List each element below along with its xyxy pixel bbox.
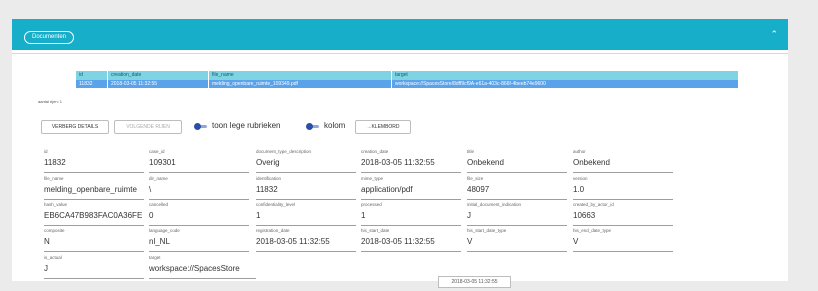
field-version[interactable]: version 1.0 <box>573 176 673 200</box>
section-header[interactable]: Documenten ⌃ <box>12 19 788 50</box>
field-creation-date[interactable]: creation_date 2018-03-05 11:32:55 <box>361 149 461 173</box>
documents-panel: Documenten ⌃ id creation_date file_name … <box>12 19 788 288</box>
table-cell-file-name[interactable]: melding_openbare_ruimte_109349.pdf <box>209 80 392 88</box>
column-header-target[interactable]: target <box>392 71 739 80</box>
field-language-code[interactable]: language_code nl_NL <box>149 228 249 252</box>
field-his-start-date-type[interactable]: his_start_date_type V <box>467 228 567 252</box>
field-document-type-description[interactable]: document_type_description Overig <box>256 149 356 173</box>
field-registration-date[interactable]: registration_date 2018-03-05 11:32:55 <box>256 228 356 252</box>
table-cell-id[interactable]: 11832 <box>76 80 108 88</box>
table-cell-target[interactable]: workspace://SpacesStore/8dff9cf9A-e61a-4… <box>392 80 739 88</box>
column-label: kolom <box>324 121 346 130</box>
field-file-name[interactable]: file_name melding_openbare_ruimte <box>44 176 144 200</box>
field-his-start-date[interactable]: his_start_date 2018-03-05 11:32:55 <box>361 228 461 252</box>
documents-chip[interactable]: Documenten <box>24 31 75 44</box>
field-confidentiality-level[interactable]: confidentiality_level 1 <box>256 202 356 226</box>
field-initial-document-indication[interactable]: initial_document_indication J <box>467 202 567 226</box>
clipboard-button[interactable]: →KLEMBORD <box>355 120 411 134</box>
column-toggle[interactable] <box>306 123 320 130</box>
table-cell-creation-date[interactable]: 2018-03-05 11:32:55 <box>108 80 209 88</box>
next-rows-button[interactable]: VOLGENDE RIJEN <box>114 120 182 134</box>
field-id[interactable]: id 11832 <box>44 149 144 173</box>
field-author[interactable]: author Onbekend <box>573 149 673 173</box>
field-is-actual[interactable]: is_actual J <box>44 255 144 279</box>
divider <box>12 53 788 54</box>
field-his-end-date-type[interactable]: his_end_date_type V <box>573 228 673 252</box>
hide-details-button[interactable]: VERBERG DETAILS <box>41 120 109 134</box>
field-processed[interactable]: processed 1 <box>361 202 461 226</box>
field-file-size[interactable]: file_size 48097 <box>467 176 567 200</box>
column-header-file-name[interactable]: file_name <box>209 71 392 80</box>
field-identification[interactable]: identification 11832 <box>256 176 356 200</box>
field-dir-name[interactable]: dir_name \ <box>149 176 249 200</box>
column-header-creation-date[interactable]: creation_date <box>108 71 209 80</box>
field-hash-value[interactable]: hash_value EB6CA47B983FAC0A36FE <box>44 202 144 226</box>
column-header-id[interactable]: id <box>76 71 108 80</box>
field-case-id[interactable]: case_id 109301 <box>149 149 249 173</box>
show-empty-label: toon lege rubrieken <box>212 121 281 130</box>
field-composite[interactable]: composite N <box>44 228 144 252</box>
tooltip: 2018-03-05 11:32:55 <box>438 276 511 288</box>
field-target[interactable]: target workspace://SpacesStore <box>149 255 256 279</box>
field-cancelled[interactable]: cancelled 0 <box>149 202 249 226</box>
field-title[interactable]: title Onbekend <box>467 149 567 173</box>
show-empty-toggle[interactable] <box>194 123 208 130</box>
field-created-by-actor-id[interactable]: created_by_actor_id 10663 <box>573 202 673 226</box>
field-mime-type[interactable]: mime_type application/pdf <box>361 176 461 200</box>
row-count-label: aantal rijen: 1 <box>38 99 63 104</box>
chevron-up-icon[interactable]: ⌃ <box>770 29 778 40</box>
